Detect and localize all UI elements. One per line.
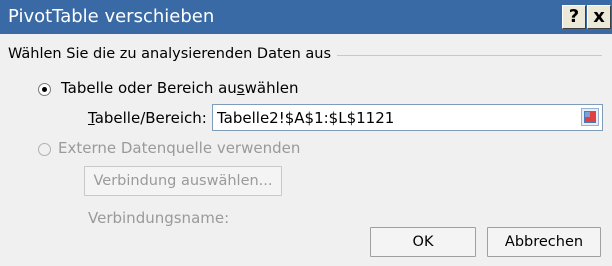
- radio-range[interactable]: [38, 83, 51, 96]
- range-input-value[interactable]: Tabelle2!$A$1:$L$1121: [217, 109, 394, 127]
- dialog-body: Wählen Sie die zu analysierenden Daten a…: [0, 34, 612, 266]
- range-select-icon-glyph: [584, 111, 596, 123]
- ok-button[interactable]: OK: [370, 227, 476, 257]
- close-button[interactable]: x: [587, 5, 611, 29]
- connection-name-label: Verbindungsname:: [88, 209, 230, 227]
- group-label: Wählen Sie die zu analysierenden Daten a…: [8, 46, 338, 62]
- choose-connection-button[interactable]: Verbindung auswählen...: [84, 166, 282, 196]
- range-input[interactable]: Tabelle2!$A$1:$L$1121: [212, 104, 603, 131]
- radio-external[interactable]: [38, 143, 51, 156]
- dialog-title: PivotTable verschieben: [8, 6, 215, 27]
- radio-range-label-accelerator: s: [236, 79, 245, 97]
- help-button[interactable]: ?: [562, 5, 586, 29]
- cancel-button[interactable]: Abbrechen: [487, 227, 601, 257]
- radio-range-label[interactable]: Tabelle oder Bereich auswählen: [61, 79, 299, 97]
- range-field-label-accelerator: T: [88, 109, 95, 127]
- title-bar[interactable]: PivotTable verschieben ? x: [0, 0, 612, 34]
- radio-range-label-text-1: Tabelle oder Bereich au: [61, 79, 237, 97]
- pivottable-move-dialog: PivotTable verschieben ? x Wählen Sie di…: [0, 0, 612, 266]
- range-field-label-text: abelle/Bereich:: [94, 109, 207, 127]
- range-select-icon[interactable]: [581, 108, 599, 126]
- radio-range-label-text-2: wählen: [244, 79, 299, 97]
- radio-external-label[interactable]: Externe Datenquelle verwenden: [58, 139, 300, 157]
- range-field-label: Tabelle/Bereich:: [88, 109, 207, 127]
